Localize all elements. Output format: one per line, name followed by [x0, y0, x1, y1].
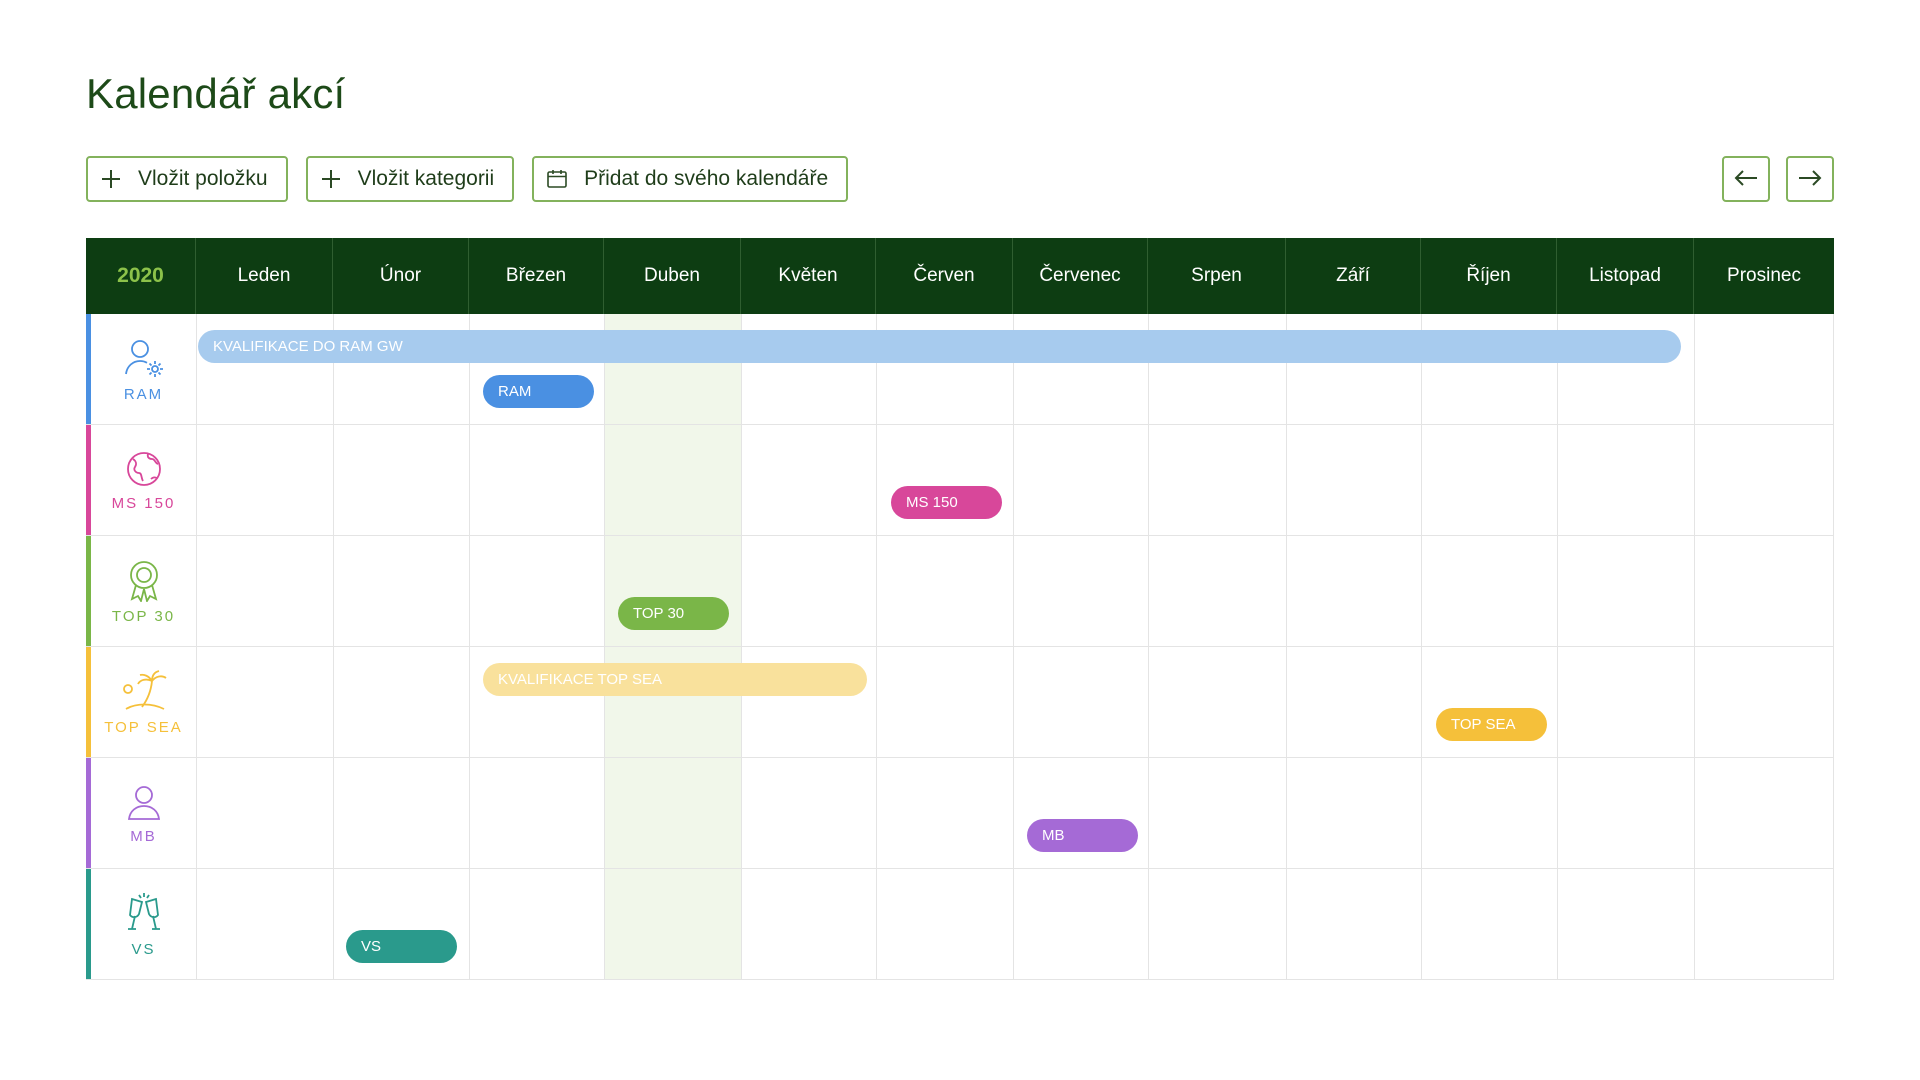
page-title: Kalendář akcí [86, 70, 346, 117]
category-label: TOP 30 [111, 607, 176, 625]
event-ms150[interactable]: MS 150 [891, 486, 1002, 519]
year-label: 2020 [86, 238, 196, 314]
category-vs[interactable]: VS [86, 869, 196, 979]
month-header: Srpen [1148, 238, 1286, 314]
navigation [1722, 156, 1834, 202]
event-topsea[interactable]: TOP SEA [1436, 708, 1547, 741]
category-label: RAM [123, 385, 164, 403]
add-to-calendar-label: Přidat do svého kalendáře [584, 167, 829, 190]
grid-line [1148, 314, 1149, 980]
grid-line [1557, 314, 1558, 980]
arrow-right-icon [1797, 169, 1823, 190]
add-to-calendar-button[interactable]: Přidat do svého kalendáře [532, 156, 849, 202]
arrow-left-icon [1733, 169, 1759, 190]
next-year-button[interactable] [1786, 156, 1834, 202]
user-icon [124, 782, 164, 828]
plus-icon [320, 168, 342, 190]
prev-year-button[interactable] [1722, 156, 1770, 202]
month-header: Červen [876, 238, 1013, 314]
month-header: Únor [333, 238, 469, 314]
event-kvalifikace-topsea[interactable]: KVALIFIKACE TOP SEA [483, 663, 867, 696]
globe-icon [124, 449, 164, 495]
month-header: Prosinec [1727, 265, 1801, 286]
grid-line [1421, 314, 1422, 980]
grid-line [469, 314, 470, 980]
add-category-button[interactable]: Vložit kategorii [305, 156, 515, 202]
category-ram[interactable]: RAM [86, 314, 196, 424]
month-header: Leden [196, 238, 333, 314]
user-gear-icon [122, 336, 166, 386]
add-item-button[interactable]: Vložit položku [86, 156, 288, 202]
calendar-grid: RAM MS 150 TOP 30 TOP SEA MB VS KVALIFIK… [86, 314, 1834, 980]
category-topsea[interactable]: TOP SEA [86, 647, 196, 757]
month-header: Březen [469, 238, 604, 314]
grid-line [86, 424, 1834, 425]
grid-line [1694, 314, 1695, 980]
plus-icon [100, 168, 122, 190]
month-header: Duben [604, 238, 741, 314]
calendar-icon [546, 168, 568, 190]
grid-line [741, 314, 742, 980]
month-header: Červenec [1013, 238, 1148, 314]
category-top30[interactable]: TOP 30 [86, 536, 196, 646]
award-ribbon-icon [124, 558, 164, 608]
grid-line [1833, 314, 1834, 980]
month-header: Říjen [1421, 238, 1557, 314]
grid-line [876, 314, 877, 980]
event-calendar: 2020 Leden Únor Březen Duben Květen Červ… [86, 238, 1834, 980]
category-label: VS [131, 940, 156, 958]
grid-line [86, 868, 1834, 869]
add-item-label: Vložit položku [138, 167, 268, 190]
grid-line [196, 314, 197, 980]
grid-line [1286, 314, 1287, 980]
palm-island-icon [120, 669, 168, 719]
category-ms150[interactable]: MS 150 [86, 425, 196, 535]
calendar-header: 2020 Leden Únor Březen Duben Květen Červ… [86, 238, 1834, 314]
event-mb[interactable]: MB [1027, 819, 1138, 852]
grid-line [1013, 314, 1014, 980]
add-category-label: Vložit kategorii [357, 167, 495, 190]
grid-line [86, 757, 1834, 758]
current-month-highlight [604, 314, 741, 980]
grid-line [604, 314, 605, 980]
grid-line [333, 314, 334, 980]
category-mb[interactable]: MB [86, 758, 196, 868]
category-label: MS 150 [111, 494, 176, 512]
event-kvalifikace-ram[interactable]: KVALIFIKACE DO RAM GW [198, 330, 1681, 363]
grid-line [86, 979, 1834, 980]
event-top30[interactable]: TOP 30 [618, 597, 729, 630]
month-header: Květen [741, 238, 876, 314]
champagne-glasses-icon [124, 891, 164, 941]
event-ram[interactable]: RAM [483, 375, 594, 408]
toolbar: Vložit položku Vložit kategorii Přidat d… [86, 156, 849, 202]
category-label: MB [130, 827, 157, 845]
event-vs[interactable]: VS [346, 930, 457, 963]
grid-line [86, 535, 1834, 536]
grid-line [86, 646, 1834, 647]
month-header: Září [1286, 238, 1421, 314]
category-label: TOP SEA [104, 718, 183, 736]
month-header: Listopad [1557, 238, 1694, 314]
